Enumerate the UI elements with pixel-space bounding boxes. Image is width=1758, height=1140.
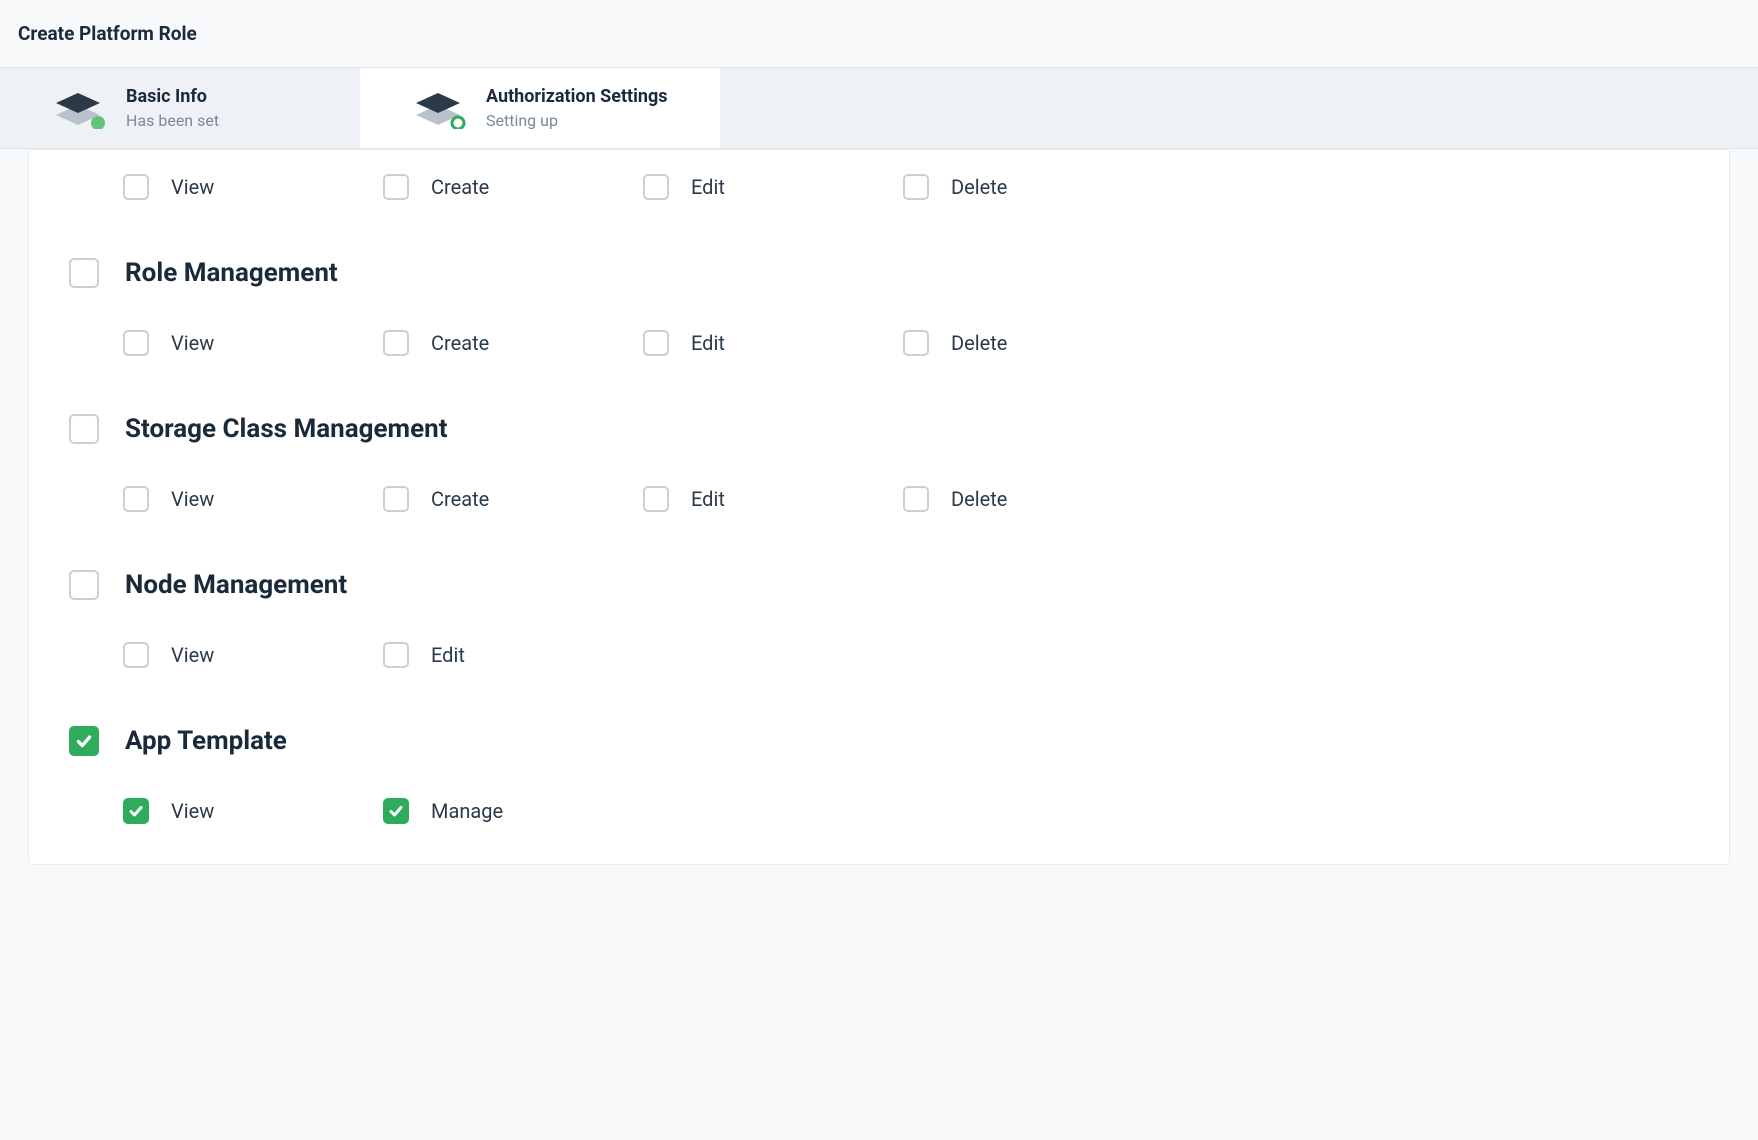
section-title: Storage Class Management bbox=[125, 414, 448, 444]
checkbox-group-role-management[interactable] bbox=[69, 258, 99, 288]
checkbox-edit[interactable] bbox=[383, 642, 409, 668]
checkbox-create[interactable] bbox=[383, 486, 409, 512]
permission-item-edit: Edit bbox=[383, 642, 643, 668]
section-title: App Template bbox=[125, 726, 287, 756]
permission-section-app-template: App Template View Manage bbox=[69, 726, 1689, 824]
permission-item-delete: Delete bbox=[903, 486, 1163, 512]
checkbox-create[interactable] bbox=[383, 174, 409, 200]
content-wrap: View Create Edit Delete Rol bbox=[0, 149, 1758, 893]
permission-item-manage: Manage bbox=[383, 798, 643, 824]
page-title: Create Platform Role bbox=[18, 22, 1740, 45]
permission-item-view: View bbox=[123, 798, 383, 824]
step-text: Basic Info Has been set bbox=[126, 86, 219, 130]
permission-label: Edit bbox=[431, 643, 465, 667]
checkbox-group-storage-class-management[interactable] bbox=[69, 414, 99, 444]
checkbox-delete[interactable] bbox=[903, 486, 929, 512]
checkbox-manage[interactable] bbox=[383, 798, 409, 824]
step-basic-info[interactable]: Basic Info Has been set bbox=[0, 68, 360, 148]
permission-item-edit: Edit bbox=[643, 330, 903, 356]
section-header: Node Management bbox=[69, 570, 1689, 600]
section-header: Storage Class Management bbox=[69, 414, 1689, 444]
step-text: Authorization Settings Setting up bbox=[486, 86, 668, 130]
permission-section: View Create Edit Delete bbox=[69, 174, 1689, 200]
permission-label: Manage bbox=[431, 799, 503, 823]
section-header: App Template bbox=[69, 726, 1689, 756]
step-subtitle: Setting up bbox=[486, 111, 668, 130]
checkbox-group-node-management[interactable] bbox=[69, 570, 99, 600]
permission-label: Edit bbox=[691, 175, 725, 199]
permission-item-view: View bbox=[123, 330, 383, 356]
section-title: Node Management bbox=[125, 570, 347, 600]
permission-row: View Manage bbox=[123, 798, 1689, 824]
layers-icon bbox=[50, 87, 106, 129]
checkbox-edit[interactable] bbox=[643, 486, 669, 512]
permission-label: Delete bbox=[951, 175, 1007, 199]
permission-item-create: Create bbox=[383, 486, 643, 512]
permission-row: View Edit bbox=[123, 642, 1689, 668]
permission-label: Edit bbox=[691, 487, 725, 511]
permission-item-delete: Delete bbox=[903, 174, 1163, 200]
permission-label: Create bbox=[431, 175, 489, 199]
permission-row: View Create Edit Delete bbox=[123, 486, 1689, 512]
permission-item-view: View bbox=[123, 174, 383, 200]
checkbox-group-app-template[interactable] bbox=[69, 726, 99, 756]
permission-section-node-management: Node Management View Edit bbox=[69, 570, 1689, 668]
permission-label: Delete bbox=[951, 331, 1007, 355]
permission-item-create: Create bbox=[383, 330, 643, 356]
step-title: Authorization Settings bbox=[486, 86, 668, 107]
permission-label: View bbox=[171, 487, 214, 511]
checkbox-view[interactable] bbox=[123, 642, 149, 668]
step-subtitle: Has been set bbox=[126, 111, 219, 130]
permission-label: Edit bbox=[691, 331, 725, 355]
permission-row: View Create Edit Delete bbox=[123, 330, 1689, 356]
section-header: Role Management bbox=[69, 258, 1689, 288]
checkbox-view[interactable] bbox=[123, 174, 149, 200]
permission-item-create: Create bbox=[383, 174, 643, 200]
layers-icon bbox=[410, 87, 466, 129]
permission-item-view: View bbox=[123, 486, 383, 512]
step-title: Basic Info bbox=[126, 86, 219, 107]
permission-label: View bbox=[171, 175, 214, 199]
checkbox-edit[interactable] bbox=[643, 174, 669, 200]
permission-label: Create bbox=[431, 487, 489, 511]
permission-row: View Create Edit Delete bbox=[123, 174, 1689, 200]
permission-label: View bbox=[171, 643, 214, 667]
permission-item-delete: Delete bbox=[903, 330, 1163, 356]
step-authorization-settings[interactable]: Authorization Settings Setting up bbox=[360, 68, 720, 148]
permission-label: View bbox=[171, 799, 214, 823]
checkbox-view[interactable] bbox=[123, 330, 149, 356]
permission-label: View bbox=[171, 331, 214, 355]
permission-item-edit: Edit bbox=[643, 486, 903, 512]
checkbox-delete[interactable] bbox=[903, 174, 929, 200]
section-title: Role Management bbox=[125, 258, 338, 288]
permission-item-view: View bbox=[123, 642, 383, 668]
permission-section-storage-class-management: Storage Class Management View Create Edi… bbox=[69, 414, 1689, 512]
permission-section-role-management: Role Management View Create Edit Delete bbox=[69, 258, 1689, 356]
checkbox-delete[interactable] bbox=[903, 330, 929, 356]
checkbox-create[interactable] bbox=[383, 330, 409, 356]
checkbox-edit[interactable] bbox=[643, 330, 669, 356]
page-header: Create Platform Role bbox=[0, 0, 1758, 68]
checkbox-view[interactable] bbox=[123, 798, 149, 824]
permission-label: Delete bbox=[951, 487, 1007, 511]
wizard-steps: Basic Info Has been set Authorization Se… bbox=[0, 68, 1758, 149]
permission-label: Create bbox=[431, 331, 489, 355]
permission-item-edit: Edit bbox=[643, 174, 903, 200]
checkbox-view[interactable] bbox=[123, 486, 149, 512]
permissions-panel: View Create Edit Delete Rol bbox=[28, 149, 1730, 865]
